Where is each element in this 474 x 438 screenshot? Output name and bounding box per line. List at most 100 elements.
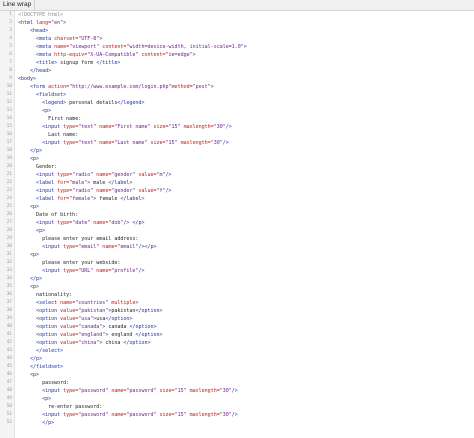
code-token: <p>	[18, 372, 40, 378]
code-token: Last name:	[18, 132, 79, 138]
code-line: 51 <input type="password" name="password…	[0, 411, 474, 419]
code-line: 41 <option value="england"> england </op…	[0, 331, 474, 339]
line-source: <title> signup form </title>	[18, 59, 120, 67]
code-line: 32 please enter your webside:	[0, 259, 474, 267]
line-number: 48	[6, 388, 12, 393]
code-token: <option	[18, 340, 61, 346]
line-number: 31	[6, 252, 12, 257]
code-line: 16 Last name:	[0, 131, 474, 139]
code-token: value=	[60, 308, 79, 314]
code-line: 13 <p>	[0, 107, 474, 115]
code-token: "email"	[78, 244, 100, 250]
code-token: name=	[93, 268, 112, 274]
code-token: <meta	[18, 36, 55, 42]
code-token: content=	[99, 44, 127, 50]
line-source: <input type="email" name="email"/></p>	[18, 243, 157, 251]
line-number: 50	[6, 404, 12, 409]
line-number: 26	[6, 212, 12, 217]
code-token: charset=	[54, 36, 79, 42]
line-number: 35	[6, 284, 12, 289]
code-token: <html	[18, 20, 37, 26]
code-line: 25 <p>	[0, 203, 474, 211]
line-source: <p>	[18, 395, 51, 403]
code-token: name=	[108, 412, 127, 418]
code-token: "30"	[219, 412, 232, 418]
code-token: First name:	[18, 116, 82, 122]
code-token: <input	[18, 268, 64, 274]
code-line: 28 <p>	[0, 227, 474, 235]
code-token: "gender"	[111, 172, 136, 178]
code-line: 30 <input type="email" name="email"/></p…	[0, 243, 474, 251]
code-token: personal details	[66, 100, 118, 106]
code-token: "http://www.example.com/login.php"	[69, 84, 172, 90]
code-token: >	[63, 20, 67, 26]
line-source: <!DOCTYPE html>	[18, 11, 63, 19]
code-area[interactable]: 1 <!DOCTYPE html> 2 <html lang="en"> 3 <head…	[0, 11, 474, 427]
line-source: <legend> personal details</legend>	[18, 99, 144, 107]
line-number: 3	[9, 28, 12, 33]
code-line: 23 <input type="radio" name="gender" val…	[0, 187, 474, 195]
code-token: signup form	[57, 60, 97, 66]
code-token: "china"	[78, 340, 100, 346]
code-line: 9 <body>	[0, 75, 474, 83]
code-token: </p>	[18, 356, 43, 362]
line-source: <label for="male"> male </label>	[18, 179, 132, 187]
code-line: 47 password:	[0, 379, 474, 387]
line-number: 21	[6, 172, 12, 177]
code-token: <option	[18, 316, 61, 322]
code-line: 24 <label for="female"> female </label>	[0, 195, 474, 203]
code-token: <input	[18, 388, 64, 394]
code-token: <input	[18, 412, 64, 418]
line-number: 7	[9, 60, 12, 65]
code-line: 45 </fieldset>	[0, 363, 474, 371]
line-source: <meta charset="UTF-8">	[18, 35, 102, 43]
code-token: "password"	[78, 412, 109, 418]
line-number: 49	[6, 396, 12, 401]
code-token: size=	[156, 388, 175, 394]
code-token: <input	[18, 188, 58, 194]
code-token: type=	[63, 140, 79, 146]
code-token: />	[165, 172, 172, 178]
code-token: /> </p>	[123, 220, 145, 226]
code-token: "15"	[174, 388, 187, 394]
code-token: type=	[63, 244, 79, 250]
code-token: />	[222, 140, 229, 146]
code-token: "pakistan"	[78, 308, 109, 314]
line-number: 38	[6, 308, 12, 313]
code-token: <p>	[18, 204, 40, 210]
line-number: 1	[9, 12, 12, 17]
code-line: 44 </p>	[0, 355, 474, 363]
line-source: <input type="text" name="Last name" size…	[18, 139, 229, 147]
code-token: size=	[150, 124, 169, 130]
line-number: 5	[9, 44, 12, 49]
code-token: <input	[18, 244, 64, 250]
code-line: 29 please enter your email address:	[0, 235, 474, 243]
line-number: 47	[6, 380, 12, 385]
line-wrap-toggle[interactable]: Line wrap	[0, 0, 36, 10]
line-number: 33	[6, 268, 12, 273]
code-token: "email"	[117, 244, 139, 250]
code-editor[interactable]: 1 <!DOCTYPE html> 2 <html lang="en"> 3 <head…	[0, 11, 474, 438]
code-token: <option	[18, 332, 61, 338]
code-token: /></p>	[138, 244, 157, 250]
code-token: <p>	[18, 284, 40, 290]
code-token: "text"	[78, 140, 97, 146]
code-line: 15 <input type="text" name="First name" …	[0, 123, 474, 131]
line-number: 17	[6, 140, 12, 145]
line-source: <input type="radio" name="gender" value=…	[18, 187, 172, 195]
line-source: Last name:	[18, 131, 78, 139]
line-source: <body>	[18, 75, 36, 83]
code-token: <input	[18, 124, 64, 130]
line-number: 36	[6, 292, 12, 297]
line-source: </fieldset>	[18, 363, 63, 371]
code-token: method=	[171, 84, 193, 90]
line-source: <select name="countries" multiple>	[18, 299, 138, 307]
code-token: "canada"	[78, 324, 103, 330]
code-token: value=	[60, 340, 79, 346]
code-token: </label>	[108, 180, 133, 186]
line-source: <option value="usa">usa</option>	[18, 315, 132, 323]
line-source: <input type="radio" name="gender" value=…	[18, 171, 172, 179]
code-line: 38 <option value="pakistan">pakistan</op…	[0, 307, 474, 315]
code-line: 17 <input type="text" name="Last name" s…	[0, 139, 474, 147]
code-line: 39 <option value="usa">usa</option>	[0, 315, 474, 323]
